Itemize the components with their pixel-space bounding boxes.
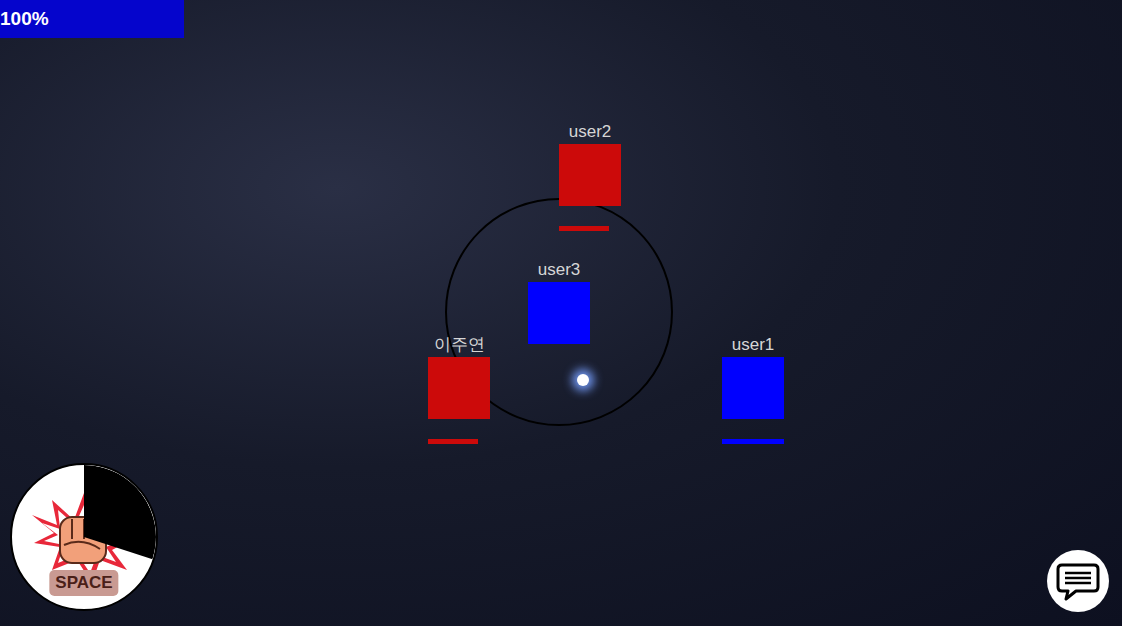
player-hp-fill xyxy=(722,439,784,444)
player-hp-bar xyxy=(559,226,621,231)
skill-button[interactable]: SPACE xyxy=(10,463,158,611)
hp-text: 100% xyxy=(0,0,49,38)
player-body xyxy=(528,282,590,344)
chat-bubble-icon xyxy=(1056,561,1100,601)
player-body xyxy=(559,144,621,206)
player-hp-bar xyxy=(428,439,490,444)
player-hp-fill xyxy=(428,439,478,444)
player-hp-bar xyxy=(722,439,784,444)
game-screen[interactable]: 100% user2 user3 이주연 user1 SPACE xyxy=(0,0,1122,626)
player-body xyxy=(428,357,490,419)
projectile xyxy=(577,374,589,386)
player-body xyxy=(722,357,784,419)
player[interactable]: user1 xyxy=(722,357,784,444)
player[interactable]: 이주연 xyxy=(428,357,490,444)
player-name: user3 xyxy=(538,259,581,281)
player-hp-fill xyxy=(559,226,609,231)
chat-button[interactable] xyxy=(1047,550,1109,612)
player[interactable]: user2 xyxy=(559,144,621,231)
skill-key: SPACE xyxy=(49,570,118,596)
player-name: user1 xyxy=(732,334,775,356)
player-name: user2 xyxy=(569,121,612,143)
player-name: 이주연 xyxy=(434,334,485,356)
hp-bar: 100% xyxy=(0,0,184,38)
player[interactable]: user3 xyxy=(528,282,590,344)
